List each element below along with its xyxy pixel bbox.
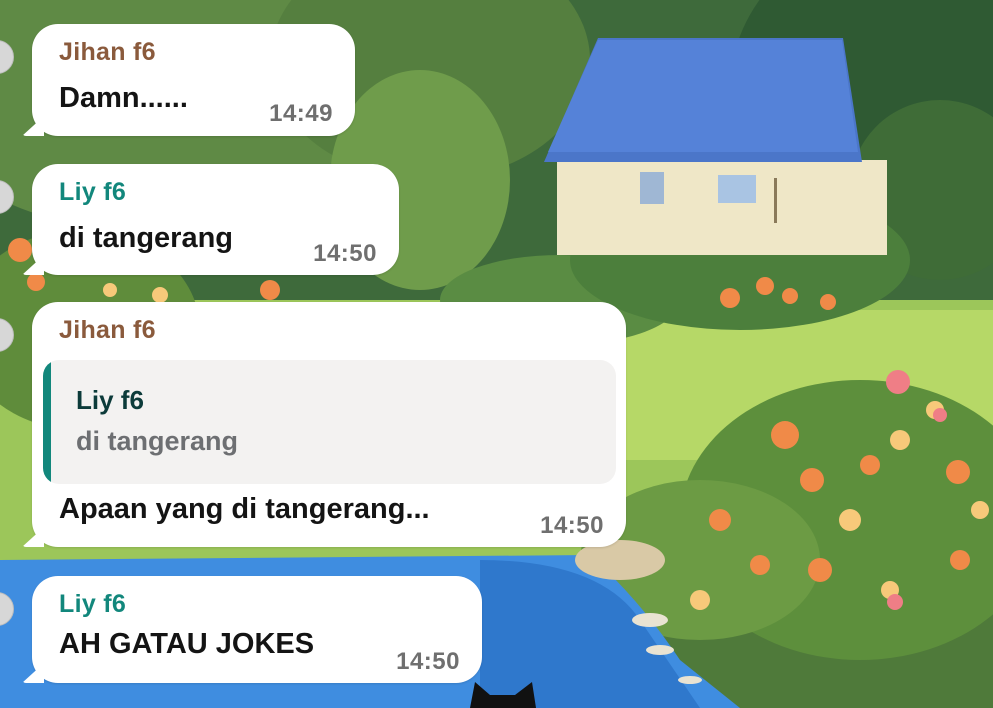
message-timestamp: 14:50 <box>396 648 460 675</box>
message-text: di tangerang <box>59 222 234 254</box>
message-timestamp: 14:50 <box>540 512 604 539</box>
reply-quote[interactable]: Liy f6 di tangerang <box>43 360 616 484</box>
message-timestamp: 14:50 <box>313 240 377 267</box>
message-text: AH GATAU JOKES <box>59 628 315 660</box>
sender-name[interactable]: Liy f6 <box>59 178 126 207</box>
message-bubble[interactable]: Liy f6 di tangerang 14:50 <box>22 164 399 275</box>
message-bubble[interactable]: Liy f6 AH GATAU JOKES 14:50 <box>22 576 482 683</box>
house-illustration <box>544 38 887 255</box>
message-bubble[interactable]: Jihan f6 Liy f6 di tangerang Apaan yang … <box>22 302 626 547</box>
message-text: Apaan yang di tangerang... <box>59 493 430 525</box>
reply-quote-text: di tangerang <box>76 426 239 456</box>
message-bubble[interactable]: Jihan f6 Damn...... 14:49 <box>22 24 355 136</box>
reply-quote-sender: Liy f6 <box>76 385 144 415</box>
message-timestamp: 14:49 <box>269 100 333 127</box>
sender-name[interactable]: Liy f6 <box>59 590 126 619</box>
sender-name[interactable]: Jihan f6 <box>59 316 156 345</box>
message-text: Damn...... <box>59 82 188 114</box>
reply-accent-bar <box>43 360 51 484</box>
sender-name[interactable]: Jihan f6 <box>59 38 156 67</box>
